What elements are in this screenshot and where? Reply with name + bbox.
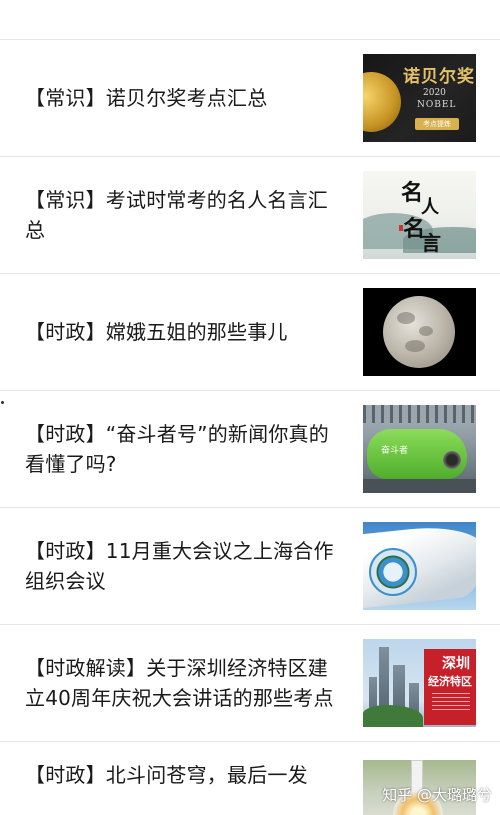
thumb-heading: 诺贝尔奖	[403, 67, 475, 87]
article-title[interactable]: 【时政】北斗问苍穹，最后一发	[25, 760, 363, 790]
shenzhen-thumbnail[interactable]: 深圳 经济特区	[363, 639, 476, 727]
calligraphy-char: 名	[401, 180, 424, 206]
calligraphy-char: 言	[421, 231, 441, 255]
article-list: 【常识】诺贝尔奖考点汇总 诺贝尔奖 2020 NOBEL 考点提炼 【常识】考试…	[0, 40, 500, 815]
panel-heading: 深圳	[442, 656, 470, 672]
medal-icon	[363, 72, 401, 132]
article-item[interactable]: 【时政解读】关于深圳经济特区建立40周年庆祝大会讲话的那些考点 深圳 经济特区	[0, 625, 500, 742]
article-title[interactable]: 【常识】诺贝尔奖考点汇总	[25, 83, 363, 113]
moon-crater	[405, 340, 425, 352]
previous-item-fragment[interactable]	[0, 0, 500, 40]
article-title[interactable]: 【时政】11月重大会议之上海合作组织会议	[25, 536, 363, 596]
thumb-year: 2020	[423, 88, 446, 98]
article-item[interactable]: 【常识】诺贝尔奖考点汇总 诺贝尔奖 2020 NOBEL 考点提炼	[0, 40, 500, 157]
article-title[interactable]: 【时政】嫦娥五姐的那些事儿	[25, 317, 363, 347]
moon-thumbnail[interactable]	[363, 288, 476, 376]
porthole-icon	[443, 451, 461, 469]
thumb-word: NOBEL	[417, 100, 457, 110]
deck-base	[363, 479, 476, 493]
moon-crater	[397, 312, 415, 324]
submersible-label: 奋斗者	[381, 446, 409, 456]
moon-crater	[419, 326, 433, 336]
article-title[interactable]: 【时政解读】关于深圳经济特区建立40周年庆祝大会讲话的那些考点	[25, 653, 363, 713]
sco-flag-thumbnail[interactable]	[363, 522, 476, 610]
nobel-prize-thumbnail[interactable]: 诺贝尔奖 2020 NOBEL 考点提炼	[363, 54, 476, 142]
zhihu-watermark: 知乎 @大璐璐兮	[382, 786, 492, 804]
panel-fine-print	[432, 693, 470, 713]
article-item[interactable]: 【时政】11月重大会议之上海合作组织会议	[0, 508, 500, 625]
panel-subheading: 经济特区	[428, 675, 472, 688]
article-title[interactable]: 【常识】考试时常考的名人名言汇总	[25, 185, 363, 245]
moon-icon	[383, 296, 455, 368]
seal-mark	[399, 225, 403, 231]
article-title[interactable]: 【时政】“奋斗者号”的新闻你真的看懂了吗?	[25, 419, 363, 479]
submersible-thumbnail[interactable]: 奋斗者	[363, 405, 476, 493]
article-item[interactable]: 【时政】嫦娥五姐的那些事儿	[0, 274, 500, 391]
article-item[interactable]: 【常识】考试时常考的名人名言汇总 名 人 名 言	[0, 157, 500, 274]
article-item[interactable]: 【时政】“奋斗者号”的新闻你真的看懂了吗? 奋斗者	[0, 391, 500, 508]
sco-emblem-icon	[369, 548, 417, 596]
thumb-tag: 考点提炼	[415, 118, 459, 130]
famous-quotes-thumbnail[interactable]: 名 人 名 言	[363, 171, 476, 259]
ship-rig	[363, 405, 476, 423]
